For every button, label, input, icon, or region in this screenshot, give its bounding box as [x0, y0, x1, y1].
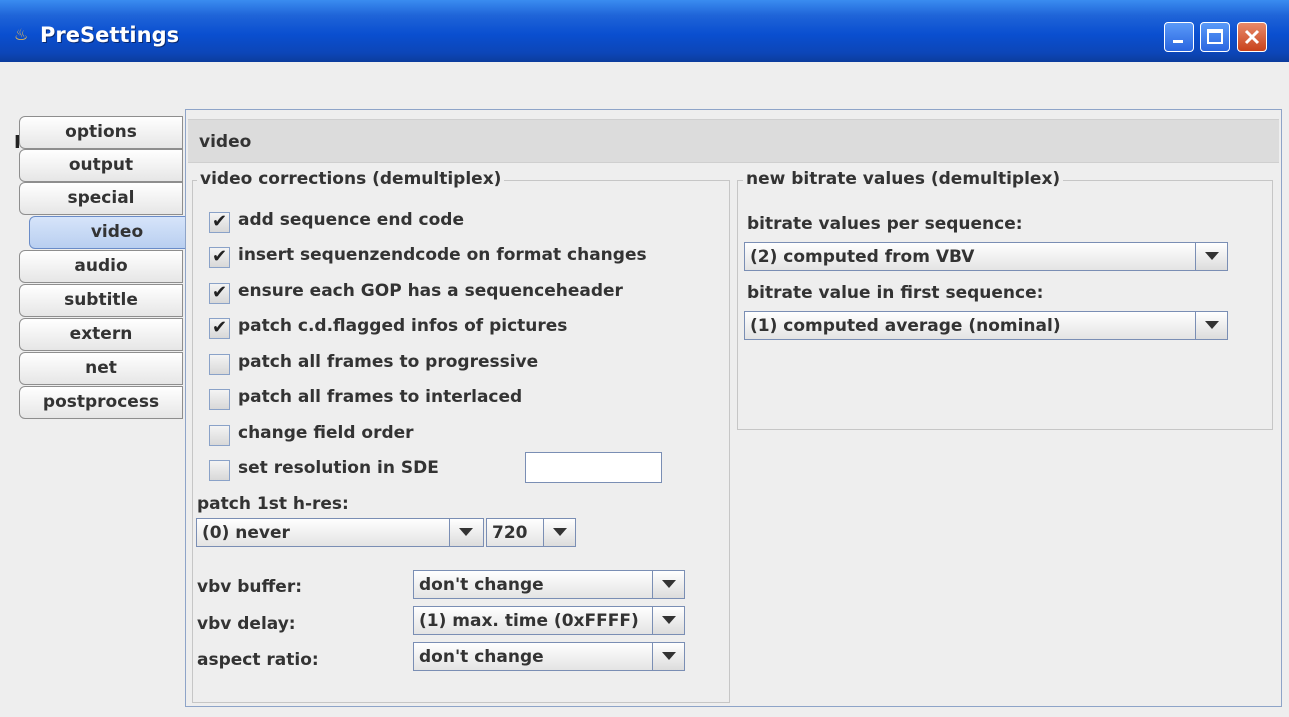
- tab-net[interactable]: net: [19, 352, 183, 385]
- maximize-button[interactable]: [1200, 22, 1230, 52]
- checkbox-change-field-order[interactable]: [209, 425, 230, 446]
- presettings-window: ♨ PreSettings File options output specia…: [0, 0, 1289, 717]
- chevron-down-icon[interactable]: [652, 571, 684, 598]
- check-icon: ✔: [212, 317, 228, 338]
- chevron-down-icon[interactable]: [543, 519, 575, 546]
- checkbox-label: ensure each GOP has a sequenceheader: [238, 281, 623, 301]
- vbv-delay-label: vbv delay:: [197, 614, 296, 634]
- panel-header: video: [188, 119, 1279, 163]
- combo-value: don't change: [419, 575, 544, 595]
- check-icon: ✔: [212, 282, 228, 303]
- panel-header-title: video: [199, 132, 252, 152]
- combo-value: (1) computed average (nominal): [750, 316, 1061, 336]
- patch-hres-combo[interactable]: (0) never: [196, 518, 484, 547]
- checkbox-label: insert sequenzendcode on format changes: [238, 245, 647, 265]
- tab-extern[interactable]: extern: [19, 318, 183, 351]
- checkbox-label: patch c.d.flagged infos of pictures: [238, 316, 568, 336]
- checkbox-label: patch all frames to interlaced: [238, 387, 523, 407]
- bitrate-group-title: new bitrate values (demultiplex): [743, 169, 1064, 189]
- java-cup-icon: ♨: [14, 25, 29, 44]
- aspect-ratio-label: aspect ratio:: [197, 650, 319, 670]
- tab-output[interactable]: output: [19, 149, 183, 182]
- combo-value: (0) never: [202, 523, 290, 543]
- hres-value-combo[interactable]: 720: [486, 518, 576, 547]
- tab-subtitle[interactable]: subtitle: [19, 284, 183, 317]
- video-corrections-title: video corrections (demultiplex): [197, 169, 505, 189]
- combo-value: (1) max. time (0xFFFF): [419, 611, 639, 631]
- tab-video[interactable]: video: [29, 216, 205, 249]
- bitrate-per-sequence-label: bitrate values per sequence:: [747, 214, 1023, 234]
- bitrate-first-sequence-label: bitrate value in first sequence:: [747, 283, 1044, 303]
- checkbox-label: set resolution in SDE: [238, 458, 439, 478]
- tab-postprocess[interactable]: postprocess: [19, 386, 183, 419]
- chevron-down-icon[interactable]: [652, 607, 684, 634]
- title-bar[interactable]: ♨ PreSettings: [0, 0, 1289, 62]
- checkbox-patch-cd-flagged[interactable]: ✔: [209, 317, 230, 339]
- checkbox-add-sequence-end-code[interactable]: ✔: [209, 211, 230, 233]
- vbv-buffer-combo[interactable]: don't change: [413, 570, 685, 599]
- checkbox-insert-sequenzendcode[interactable]: ✔: [209, 246, 230, 268]
- minimize-icon: [1173, 40, 1183, 43]
- window-title: PreSettings: [40, 23, 180, 47]
- combo-value: don't change: [419, 647, 544, 667]
- chevron-down-icon[interactable]: [1195, 312, 1227, 339]
- minimize-button[interactable]: [1164, 22, 1194, 52]
- tab-audio[interactable]: audio: [19, 250, 183, 283]
- patch-hres-label: patch 1st h-res:: [197, 494, 349, 514]
- aspect-ratio-combo[interactable]: don't change: [413, 642, 685, 671]
- chevron-down-icon[interactable]: [652, 643, 684, 670]
- vbv-buffer-label: vbv buffer:: [197, 577, 303, 597]
- check-icon: ✔: [212, 246, 228, 267]
- checkbox-patch-progressive[interactable]: [209, 354, 230, 375]
- menu-bar: File: [0, 62, 1289, 153]
- close-icon: [1244, 29, 1260, 45]
- sde-resolution-input[interactable]: [525, 452, 662, 483]
- vbv-delay-combo[interactable]: (1) max. time (0xFFFF): [413, 606, 685, 635]
- tab-special[interactable]: special: [19, 182, 183, 215]
- chevron-down-icon[interactable]: [1195, 243, 1227, 270]
- maximize-icon: [1207, 29, 1223, 44]
- checkbox-label: change field order: [238, 423, 414, 443]
- check-icon: ✔: [212, 211, 228, 232]
- combo-value: (2) computed from VBV: [750, 247, 975, 267]
- close-button[interactable]: [1237, 22, 1267, 52]
- tab-options[interactable]: options: [19, 116, 183, 149]
- chevron-down-icon[interactable]: [449, 519, 483, 546]
- checkbox-patch-interlaced[interactable]: [209, 389, 230, 410]
- bitrate-first-sequence-combo[interactable]: (1) computed average (nominal): [744, 311, 1228, 340]
- checkbox-ensure-gop-sequenceheader[interactable]: ✔: [209, 282, 230, 304]
- bitrate-per-sequence-combo[interactable]: (2) computed from VBV: [744, 242, 1228, 271]
- checkbox-label: patch all frames to progressive: [238, 352, 539, 372]
- checkbox-set-resolution-sde[interactable]: [209, 460, 230, 481]
- combo-value: 720: [492, 523, 528, 543]
- checkbox-label: add sequence end code: [238, 210, 464, 230]
